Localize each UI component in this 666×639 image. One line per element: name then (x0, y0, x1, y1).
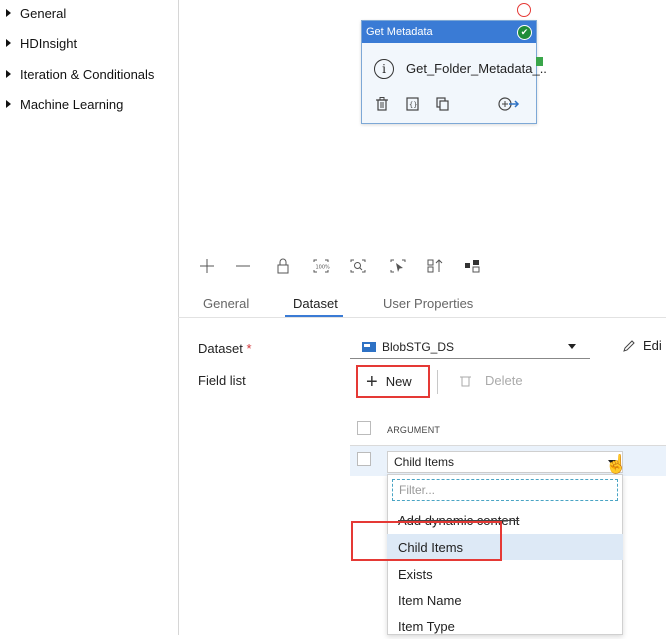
row-checkbox[interactable] (357, 452, 371, 466)
option-label: Item Type (398, 618, 455, 634)
argument-select-value: Child Items (394, 455, 455, 469)
activity-group-label: Iteration & Conditionals (20, 66, 155, 82)
svg-text:{}: {} (409, 101, 417, 109)
activity-card-get-metadata[interactable]: Get Metadata ✔ i Get_Folder_Metadata_.. … (361, 20, 547, 124)
tab-general[interactable]: General (203, 296, 249, 311)
option-label: Exists (398, 566, 433, 582)
dataset-select[interactable]: BlobSTG_DS (350, 336, 590, 359)
trash-icon (460, 376, 471, 387)
svg-text:100%: 100% (316, 265, 331, 271)
success-check-icon: ✔ (517, 25, 532, 40)
filter-input[interactable] (393, 480, 617, 500)
zoom-out-icon[interactable] (235, 258, 251, 277)
activity-card-name: Get_Folder_Metadata_.. (406, 61, 547, 76)
blob-dataset-icon (362, 342, 376, 352)
tabs-divider (178, 317, 666, 318)
toolbar-separator (437, 370, 438, 394)
expand-triangle-icon (6, 70, 11, 78)
dataset-label: Dataset * (198, 341, 252, 356)
filter-field[interactable] (392, 479, 618, 501)
activity-card-title: Get Metadata (366, 26, 433, 38)
active-tab-indicator (285, 315, 343, 317)
option-exists[interactable]: Exists (387, 561, 623, 587)
new-field-button[interactable]: + New (356, 365, 430, 398)
edit-dataset-label: Edi (643, 338, 662, 353)
tab-user-properties[interactable]: User Properties (383, 296, 473, 311)
copy-icon[interactable] (436, 97, 449, 114)
activity-card-header: Get Metadata ✔ (362, 21, 536, 43)
required-mark: * (246, 341, 252, 356)
activity-group-machine-learning[interactable]: Machine Learning (6, 94, 123, 114)
option-item-name[interactable]: Item Name (387, 587, 623, 613)
zoom-100-icon[interactable]: 100% (312, 258, 330, 277)
option-label: Item Name (398, 592, 462, 608)
dataset-select-value: BlobSTG_DS (382, 340, 455, 354)
option-item-type[interactable]: Item Type (387, 613, 623, 639)
highlight-box (351, 521, 502, 561)
code-icon[interactable]: {} (406, 97, 419, 114)
expand-triangle-icon (6, 100, 11, 108)
select-icon[interactable] (389, 258, 407, 277)
activity-failure-connector[interactable] (517, 3, 531, 17)
select-all-checkbox[interactable] (357, 421, 371, 435)
hand-cursor-icon: ☝ (605, 454, 628, 474)
activity-group-general[interactable]: General (6, 3, 66, 23)
delete-field-label: Delete (485, 373, 523, 388)
delete-icon[interactable] (376, 97, 388, 114)
lock-icon[interactable] (276, 258, 290, 277)
info-icon: i (374, 59, 394, 79)
new-field-label: New (385, 374, 412, 389)
zoom-to-fit-icon[interactable] (349, 258, 367, 277)
activity-group-label: General (20, 5, 67, 21)
field-list-label: Field list (198, 373, 246, 388)
delete-field-button[interactable]: Delete (460, 373, 523, 388)
edit-dataset-button[interactable]: Edi (622, 338, 662, 353)
auto-align-icon[interactable] (427, 258, 443, 277)
tab-dataset[interactable]: Dataset (293, 296, 338, 311)
activity-success-connector[interactable] (536, 57, 543, 66)
add-output-icon[interactable] (498, 97, 520, 114)
argument-select[interactable]: Child Items (387, 451, 623, 473)
expand-triangle-icon (6, 39, 11, 47)
activity-group-label: Machine Learning (20, 96, 124, 112)
zoom-in-icon[interactable] (199, 258, 215, 277)
argument-column-header: ARGUMENT (387, 425, 441, 435)
dataset-label-text: Dataset (198, 341, 243, 356)
activity-group-label: HDInsight (20, 35, 78, 51)
plus-icon: + (366, 370, 378, 393)
expand-triangle-icon (6, 9, 11, 17)
pencil-icon (623, 339, 635, 352)
layout-icon[interactable] (464, 258, 480, 277)
activity-group-iteration[interactable]: Iteration & Conditionals (6, 64, 154, 84)
activity-group-hdinsight[interactable]: HDInsight (6, 33, 77, 53)
chevron-down-icon (568, 344, 576, 349)
